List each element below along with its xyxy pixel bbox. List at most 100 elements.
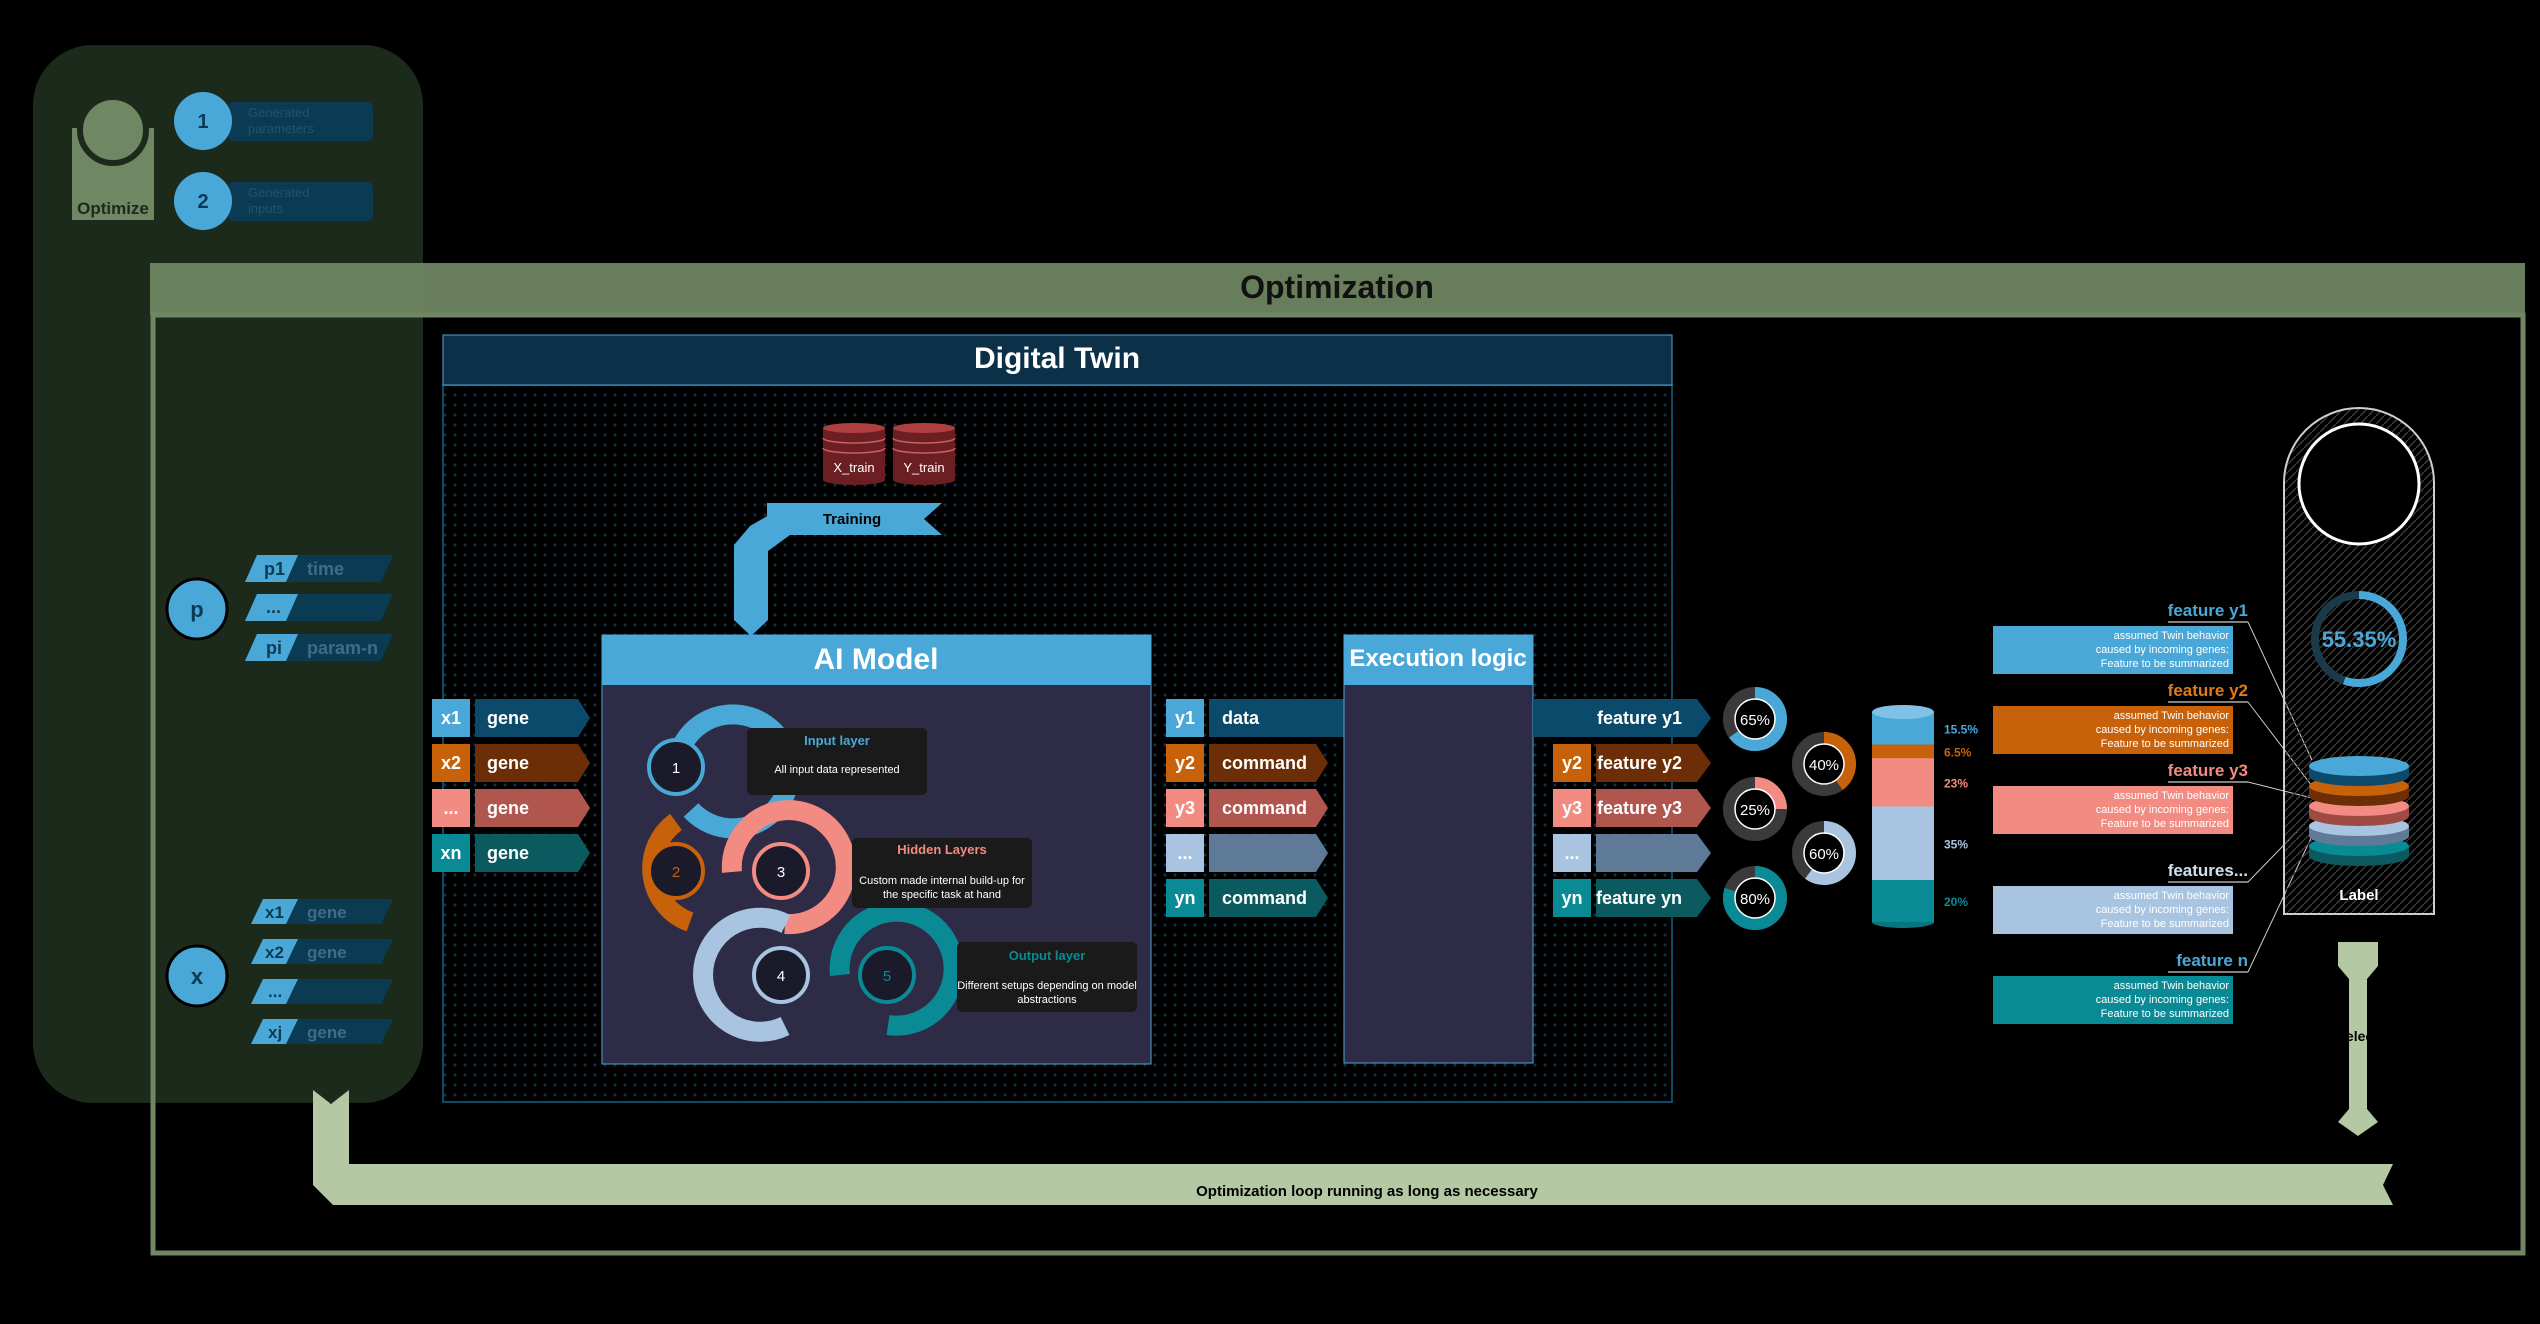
inputs-circle-label: x bbox=[191, 964, 204, 989]
input-tag: ... bbox=[443, 798, 458, 818]
feature-card: feature y2 assumed Twin behavior caused by… bbox=[1993, 681, 2313, 787]
output-tag: y1 bbox=[1175, 708, 1195, 728]
training-label: Training bbox=[823, 511, 881, 528]
feature-tag: ... bbox=[1564, 843, 1579, 863]
stack-top bbox=[1872, 705, 1934, 719]
layer-title: Output layer bbox=[1009, 948, 1086, 963]
feature-card-title: feature n bbox=[2176, 951, 2248, 970]
stack-segment: 20% bbox=[1872, 880, 1968, 928]
step-text-line2: inputs bbox=[248, 201, 283, 216]
feature-cards: feature y1 assumed Twin behavior caused by… bbox=[1993, 601, 2313, 1024]
tag-disk bbox=[2309, 756, 2409, 786]
ai-model-title: AI Model bbox=[814, 643, 939, 676]
input-row: x2 gene bbox=[251, 939, 393, 964]
model-outputs: y1 data y2 command y3 command... yn command bbox=[1166, 699, 1344, 917]
input-row: xj gene bbox=[251, 1019, 393, 1044]
step-text-line1: Generated bbox=[248, 185, 309, 200]
output-layer-card: Output layer Different setups depending … bbox=[957, 942, 1137, 1012]
step-text-line1: Generated bbox=[248, 105, 309, 120]
execution-logic-title: Execution logic bbox=[1349, 645, 1526, 672]
model-node-3: 3 bbox=[752, 842, 810, 900]
feature-text: feature y2 bbox=[1597, 753, 1682, 773]
feature-arrow-row: feature y1 bbox=[1533, 699, 1711, 737]
model-input-row: ... gene bbox=[432, 789, 590, 827]
percentage-ring: 40% bbox=[1792, 732, 1856, 796]
output-text: command bbox=[1222, 753, 1307, 773]
input-text: gene bbox=[307, 903, 347, 922]
model-input-row: x2 gene bbox=[432, 744, 590, 782]
feature-card-desc: caused by incoming genes: bbox=[2096, 724, 2229, 736]
feature-card-desc: Feature to be summarized bbox=[2101, 818, 2229, 830]
model-node-1: 1 bbox=[647, 738, 705, 796]
database-x-train-icon: X_train bbox=[822, 423, 886, 485]
feature-card-desc: caused by incoming genes: bbox=[2096, 994, 2229, 1006]
input-text: gene bbox=[307, 1023, 347, 1042]
db-label: X_train bbox=[833, 460, 874, 475]
layer-desc: Custom made internal build-up for bbox=[859, 875, 1025, 887]
layer-desc: abstractions bbox=[1017, 994, 1077, 1006]
feature-card-desc: assumed Twin behavior bbox=[2114, 980, 2230, 992]
stack-segment: 23% bbox=[1872, 758, 1968, 813]
digital-twin-title: Digital Twin bbox=[974, 342, 1140, 375]
ring-label: 60% bbox=[1809, 846, 1839, 863]
ring-label: 65% bbox=[1740, 712, 1770, 729]
param-text: param-n bbox=[307, 638, 378, 658]
percentage-ring: 65% bbox=[1723, 687, 1787, 751]
ring-label: 40% bbox=[1809, 757, 1839, 774]
model-output-row: y2 command bbox=[1166, 744, 1328, 782]
feature-card-desc: assumed Twin behavior bbox=[2114, 790, 2230, 802]
param-row: ... bbox=[245, 594, 393, 621]
output-tag: y2 bbox=[1175, 753, 1195, 773]
input-layer-card: Input layer All input data represented bbox=[747, 728, 927, 795]
loop-label: Optimization loop running as long as nec… bbox=[1196, 1183, 1538, 1200]
input-tag: ... bbox=[268, 982, 282, 1001]
param-tag: pi bbox=[266, 638, 282, 658]
feature-tag: y2 bbox=[1562, 753, 1582, 773]
model-node-5: 5 bbox=[858, 946, 916, 1004]
params-circle-label: p bbox=[190, 597, 203, 622]
gauge-label: 55.35% bbox=[2322, 627, 2397, 652]
layer-title: Input layer bbox=[804, 733, 870, 748]
input-text: gene bbox=[487, 753, 529, 773]
stack-label: 20% bbox=[1944, 895, 1968, 909]
node-number: 1 bbox=[672, 760, 680, 777]
layer-title: Hidden Layers bbox=[897, 842, 987, 857]
stack-label: 15.5% bbox=[1944, 722, 1978, 736]
select-arrow: select bbox=[2338, 942, 2378, 1136]
feature-arrow-row: yn feature yn bbox=[1553, 879, 1711, 917]
percentage-ring: 80% bbox=[1723, 866, 1787, 930]
input-tag: x2 bbox=[265, 943, 284, 962]
output-text: data bbox=[1222, 708, 1260, 728]
optimization-loop-arrow: Optimization loop running as long as nec… bbox=[313, 1090, 2393, 1205]
stack-label: 23% bbox=[1944, 776, 1968, 790]
input-tag: x2 bbox=[441, 753, 461, 773]
feature-card-desc: Feature to be summarized bbox=[2101, 658, 2229, 670]
stacked-cylinder: 15.5% 6.5% 23% 35% 20% bbox=[1872, 705, 1978, 928]
output-tag: y3 bbox=[1175, 798, 1195, 818]
output-tag: yn bbox=[1174, 888, 1195, 908]
input-row: x1 gene bbox=[251, 899, 393, 924]
feature-card-title: feature y3 bbox=[2168, 761, 2248, 780]
feature-card-desc: assumed Twin behavior bbox=[2114, 630, 2230, 642]
input-text: gene bbox=[307, 943, 347, 962]
model-input-row: xn gene bbox=[432, 834, 590, 872]
input-text: gene bbox=[487, 708, 529, 728]
model-output-row: yn command bbox=[1166, 879, 1328, 917]
optimization-title: Optimization bbox=[1240, 269, 1434, 305]
db-label: Y_train bbox=[903, 460, 944, 475]
feature-card-desc: Feature to be summarized bbox=[2101, 918, 2229, 930]
feature-card-title: features... bbox=[2168, 861, 2248, 880]
feature-text: feature yn bbox=[1596, 888, 1682, 908]
node-number: 2 bbox=[672, 864, 680, 881]
input-text: gene bbox=[487, 798, 529, 818]
step-text-line2: parameters bbox=[248, 121, 314, 136]
input-text: gene bbox=[487, 843, 529, 863]
tag-hole-icon bbox=[2297, 422, 2421, 546]
feature-card-desc: assumed Twin behavior bbox=[2114, 710, 2230, 722]
node-number: 5 bbox=[883, 968, 891, 985]
step-number: 1 bbox=[197, 111, 208, 133]
feature-card-desc: assumed Twin behavior bbox=[2114, 890, 2230, 902]
param-tag: ... bbox=[266, 597, 281, 617]
percentage-rings: 65% 40% 25% 60% 80% bbox=[1723, 687, 1856, 930]
input-tag: xj bbox=[268, 1023, 282, 1042]
